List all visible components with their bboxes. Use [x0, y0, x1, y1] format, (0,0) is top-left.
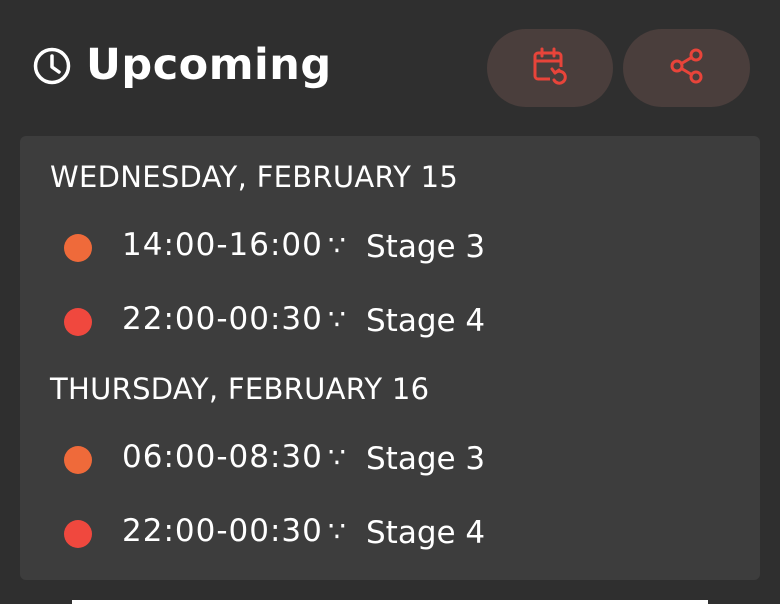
day-header: WEDNESDAY, FEBRUARY 15: [50, 160, 459, 194]
stage-label: Stage 4: [366, 303, 486, 339]
schedule-row[interactable]: 22:00-00:30 ∵ Stage 4: [20, 509, 760, 559]
header: Upcoming: [0, 0, 780, 136]
stage-dot: [64, 234, 92, 262]
stage-dot: [64, 520, 92, 548]
time-range: 22:00-00:30: [122, 301, 323, 337]
separator: ∵: [328, 303, 346, 336]
separator: ∵: [328, 229, 346, 262]
share-button[interactable]: [623, 29, 750, 107]
title-group: Upcoming: [32, 44, 332, 87]
stage-label: Stage 4: [366, 515, 486, 551]
schedule-card: WEDNESDAY, FEBRUARY 15 14:00-16:00 ∵ Sta…: [20, 136, 760, 580]
stage-label: Stage 3: [366, 229, 486, 265]
separator: ∵: [328, 515, 346, 548]
schedule-row[interactable]: 14:00-16:00 ∵ Stage 3: [20, 223, 760, 273]
schedule-row[interactable]: 22:00-00:30 ∵ Stage 4: [20, 297, 760, 347]
stage-dot: [64, 446, 92, 474]
time-range: 14:00-16:00: [122, 227, 323, 263]
page-title: Upcoming: [86, 40, 332, 90]
share-icon: [667, 46, 707, 90]
calendar-refresh-button[interactable]: [487, 29, 613, 107]
stage-label: Stage 3: [366, 441, 486, 477]
stage-dot: [64, 308, 92, 336]
time-range: 22:00-00:30: [122, 513, 323, 549]
separator: ∵: [328, 441, 346, 474]
time-range: 06:00-08:30: [122, 439, 323, 475]
day-header: THURSDAY, FEBRUARY 16: [50, 372, 430, 406]
calendar-refresh-icon: [530, 46, 570, 90]
clock-icon: [32, 46, 72, 86]
schedule-row[interactable]: 06:00-08:30 ∵ Stage 3: [20, 435, 760, 485]
bottom-divider: [72, 600, 708, 604]
